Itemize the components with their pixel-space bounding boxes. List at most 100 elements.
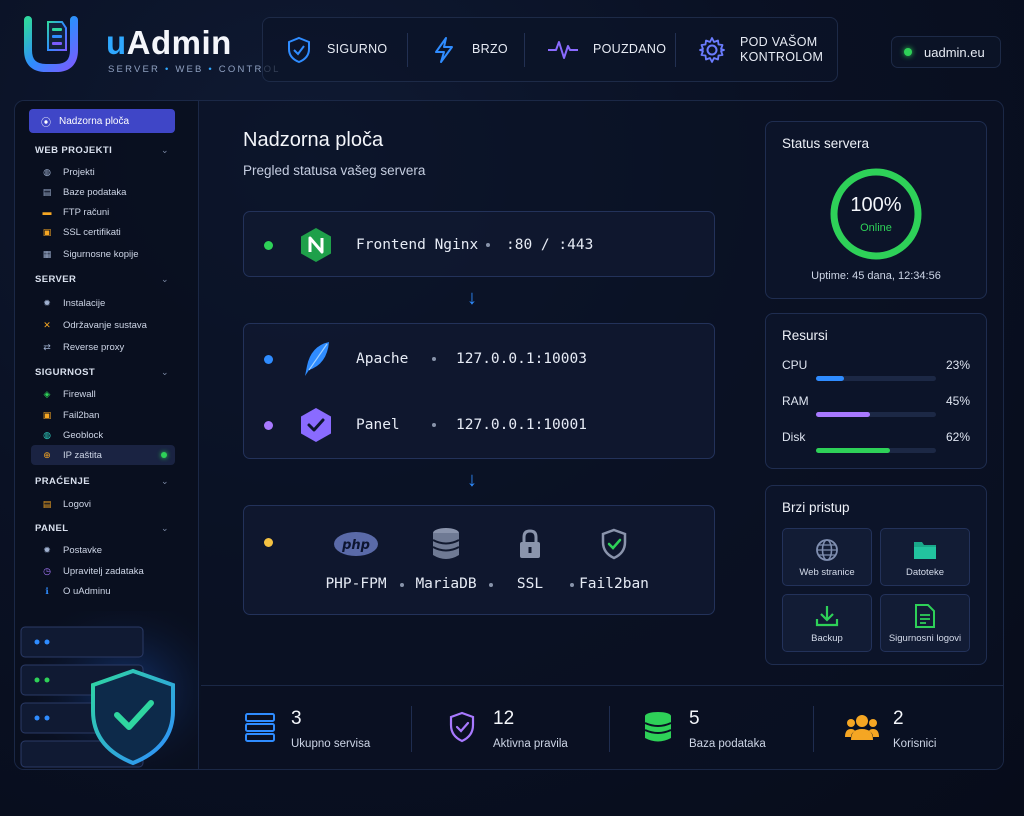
server-icon <box>243 710 277 744</box>
backup-icon: ▦ <box>42 248 52 259</box>
status-dot <box>264 240 273 250</box>
stack-item-php-fpm[interactable]: php PHP-FPM <box>316 526 396 592</box>
ram-bar-fill <box>816 412 870 417</box>
sidebar-item-maintenance[interactable]: ✕ Održavanje sustava <box>41 318 171 332</box>
quick-backup[interactable]: Backup <box>782 594 872 652</box>
stack-services-card: php PHP-FPM MariaDB SSL Fail2ban <box>243 505 715 615</box>
disk-bar-fill <box>816 448 890 453</box>
server-shield-illustration <box>15 611 199 769</box>
sidebar-item-about[interactable]: ℹO uAdminu <box>41 584 171 598</box>
sidebar-item-reverse-proxy[interactable]: ⇄ Reverse proxy <box>41 340 171 354</box>
users-icon <box>845 710 879 744</box>
sidebar-item-ip-protection[interactable]: ⊕ IP zaštita <box>41 448 171 462</box>
sidebar-item-ssl[interactable]: ▣ SSL certifikati <box>41 225 171 239</box>
globe-icon: ◍ <box>43 166 51 177</box>
stack-item-fail2ban[interactable]: Fail2ban <box>574 526 654 592</box>
sidebar-item-ftp[interactable]: ▬ FTP računi <box>41 205 171 219</box>
sidebar-group-server[interactable]: SERVER ⌄ <box>35 274 169 285</box>
sidebar-group-monitoring[interactable]: PRAĆENJE ⌄ <box>35 476 169 487</box>
stack-item-ssl[interactable]: SSL <box>490 526 570 592</box>
dashboard-icon: ⦿ <box>41 117 51 129</box>
log-icon: ▤ <box>42 498 52 509</box>
shield-check-icon <box>285 36 313 64</box>
sidebar-item-settings[interactable]: ✹ Postavke <box>41 543 171 557</box>
globe-icon <box>815 537 839 563</box>
gear-icon: ✹ <box>43 544 51 555</box>
shield-check-icon <box>445 710 479 744</box>
sidebar-item-dashboard[interactable]: ⦿ Nadzorna ploča <box>29 109 175 133</box>
status-ring: 100% Online <box>828 166 924 262</box>
status-dot <box>264 538 273 547</box>
nginx-icon <box>298 227 334 263</box>
sidebar-item-firewall[interactable]: ◈ Firewall <box>41 387 171 401</box>
feature-control: POD VAŠOM KONTROLOM <box>676 18 836 81</box>
apache-feather-icon <box>298 341 334 377</box>
cpu-bar-fill <box>816 376 844 381</box>
page-title: Nadzorna ploča <box>243 129 384 151</box>
pulse-icon <box>547 36 579 64</box>
quick-files[interactable]: Datoteke <box>880 528 970 586</box>
brand-name: uAdmin <box>106 24 232 61</box>
sidebar-group-panel[interactable]: PANEL ⌄ <box>35 523 169 534</box>
sidebar-group-web-projects[interactable]: WEB PROJEKTI ⌄ <box>35 145 169 156</box>
lock-icon: ▣ <box>42 409 52 420</box>
feature-reliable: POUZDANO <box>525 18 675 81</box>
sidebar-item-geoblock[interactable]: ◍ Geoblock <box>41 428 171 442</box>
database-icon: ▤ <box>42 186 52 197</box>
feature-fast: BRZO <box>408 18 524 81</box>
folder-icon: ▬ <box>42 207 52 217</box>
backend-services-card: Apache 127.0.0.1:10003 Panel 127.0.0.1:1… <box>243 323 715 459</box>
clock-icon: ◷ <box>43 565 51 576</box>
chevron-down-icon: ⌄ <box>161 523 169 533</box>
sidebar-item-projects[interactable]: ◍ Projekti <box>41 165 171 179</box>
lock-icon: ▣ <box>42 226 52 237</box>
download-icon <box>815 603 839 629</box>
gear-icon: ✹ <box>43 297 51 308</box>
chevron-down-icon: ⌄ <box>161 367 169 377</box>
server-status-panel: Status servera 100% Online Uptime: 45 da… <box>765 121 987 299</box>
chevron-down-icon: ⌄ <box>161 145 169 155</box>
chevron-down-icon: ⌄ <box>161 274 169 284</box>
php-icon: php <box>333 526 379 562</box>
feature-secure: SIGURNO <box>263 18 407 81</box>
globe-icon: ◍ <box>43 429 51 440</box>
sidebar-item-databases[interactable]: ▤ Baze podataka <box>41 185 171 199</box>
swap-icon: ⇄ <box>43 341 51 352</box>
sidebar-item-logs[interactable]: ▤ Logovi <box>41 497 171 511</box>
panel-row[interactable]: Panel 127.0.0.1:10001 <box>244 392 714 458</box>
quick-access-panel: Brzi pristup Web stranice Datoteke Backu… <box>765 485 987 665</box>
target-icon: ⊕ <box>43 449 51 460</box>
log-icon <box>914 603 936 629</box>
status-dot <box>264 420 273 430</box>
sidebar-item-backups[interactable]: ▦ Sigurnosne kopije <box>41 247 171 261</box>
domain-status-pill[interactable]: uadmin.eu <box>891 36 1001 68</box>
stats-bar: 3 Ukupno servisa 12 Aktivna pravila 5 Ba… <box>201 685 1003 769</box>
page-subtitle: Pregled statusa vašeg servera <box>243 163 426 178</box>
quick-security-logs[interactable]: Sigurnosni logovi <box>880 594 970 652</box>
uptime-text: Uptime: 45 dana, 12:34:56 <box>811 270 941 282</box>
database-icon <box>641 710 675 744</box>
quick-web-pages[interactable]: Web stranice <box>782 528 872 586</box>
info-icon: ℹ <box>45 585 49 596</box>
brand-logo[interactable]: uAdmin SERVER • WEB • CONTROL <box>20 14 278 78</box>
feature-bar: SIGURNO BRZO POUZDANO POD VAŠOM KONTROLOM <box>262 17 838 82</box>
sidebar-item-fail2ban[interactable]: ▣ Fail2ban <box>41 408 171 422</box>
status-dot <box>264 354 273 364</box>
shield-check-icon <box>600 526 628 562</box>
frontend-nginx-card[interactable]: Frontend Nginx :80 / :443 <box>243 211 715 277</box>
folder-icon <box>913 537 937 563</box>
online-dot-icon <box>904 48 912 56</box>
stack-item-mariadb[interactable]: MariaDB <box>406 526 486 592</box>
database-icon <box>431 526 461 562</box>
panel-check-icon <box>298 407 334 443</box>
sidebar-group-security[interactable]: SIGURNOST ⌄ <box>35 367 169 378</box>
sidebar-item-task-manager[interactable]: ◷ Upravitelj zadataka <box>41 564 171 578</box>
sidebar-item-installs[interactable]: ✹ Instalacije <box>41 296 171 310</box>
lightning-icon <box>430 36 458 64</box>
lock-icon <box>517 526 543 562</box>
apache-row[interactable]: Apache 127.0.0.1:10003 <box>244 326 714 392</box>
tools-icon: ✕ <box>43 319 51 330</box>
chevron-down-icon: ⌄ <box>161 476 169 486</box>
sidebar: ⦿ Nadzorna ploča WEB PROJEKTI ⌄ ◍ Projekti… <box>15 101 199 769</box>
gear-icon <box>698 36 726 64</box>
